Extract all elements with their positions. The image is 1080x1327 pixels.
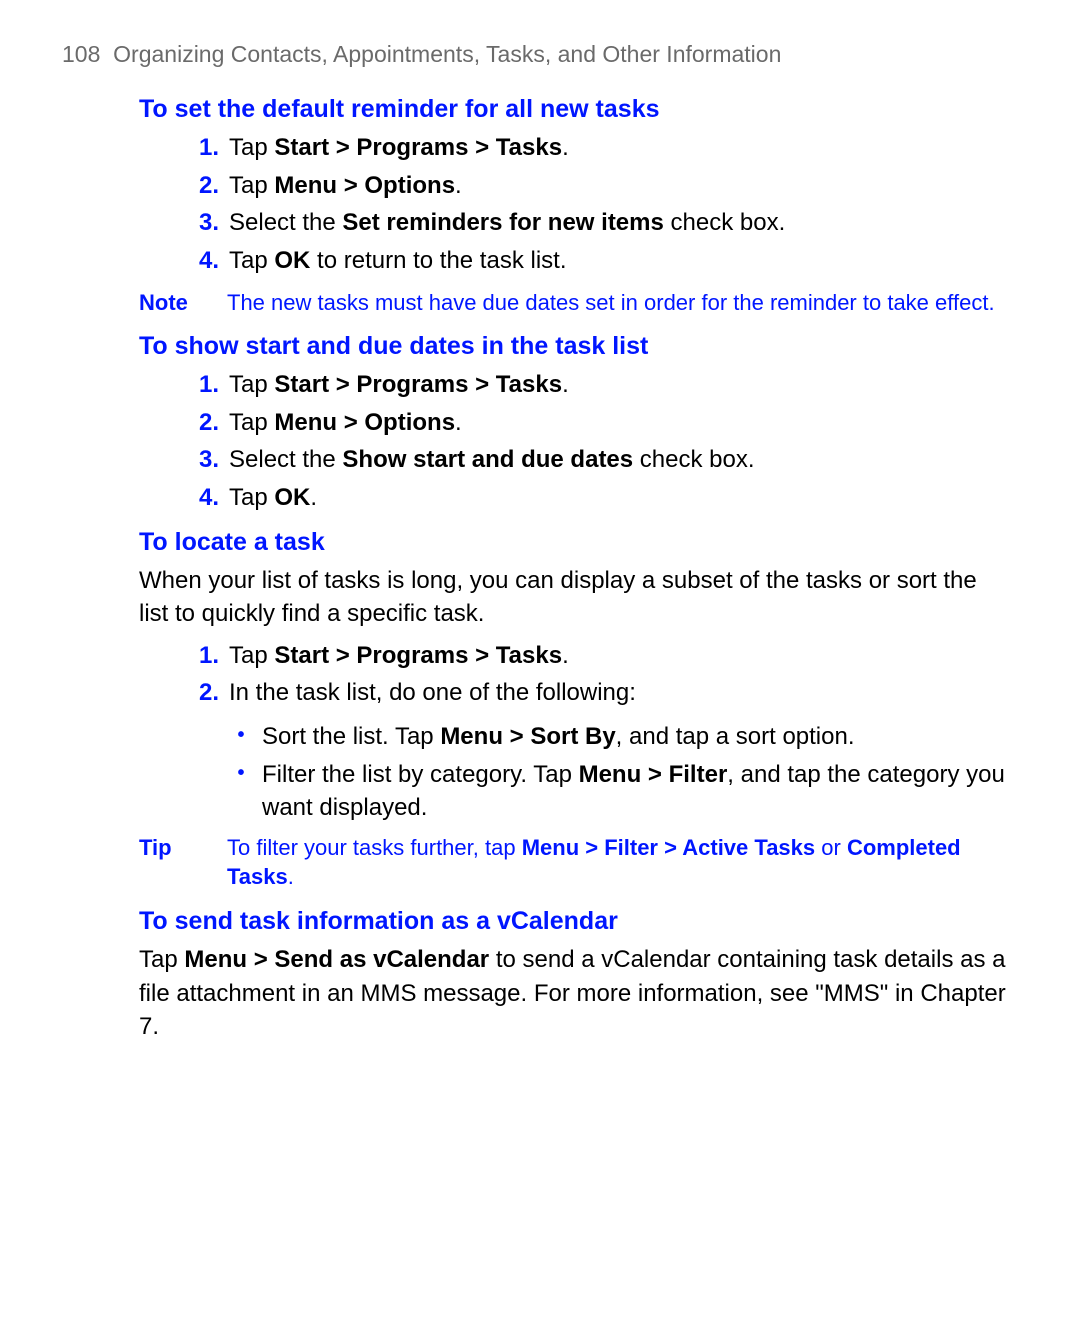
step-number: 2. [189, 676, 219, 710]
text-bold: Menu > Filter [579, 761, 728, 788]
note-text: The new tasks must have due dates set in… [227, 288, 1022, 318]
heading-locate-task: To locate a task [139, 525, 1022, 560]
tip: Tip To filter your tasks further, tap Me… [139, 833, 1022, 892]
heading-send-vcalendar: To send task information as a vCalendar [139, 904, 1022, 939]
tip-text: To filter your tasks further, tap Menu >… [227, 833, 1022, 892]
page-number: 108 [62, 41, 100, 67]
text: . [310, 484, 317, 511]
list-item: 4. Tap OK to return to the task list. [189, 244, 1022, 278]
step-body: Tap Start > Programs > Tasks. [229, 639, 1022, 673]
note: Note The new tasks must have due dates s… [139, 288, 1022, 318]
list-item: 2. Tap Menu > Options. [189, 406, 1022, 440]
bullet-icon: • [230, 720, 252, 750]
step-body: Select the Set reminders for new items c… [229, 206, 1022, 240]
text: check box. [633, 446, 754, 473]
text: Tap [229, 134, 274, 161]
step-body: In the task list, do one of the followin… [229, 676, 1022, 710]
step-number: 3. [189, 206, 219, 240]
text: To filter your tasks further, tap [227, 835, 522, 860]
step-number: 1. [189, 131, 219, 165]
list-item: 1. Tap Start > Programs > Tasks. [189, 639, 1022, 673]
text: . [455, 409, 462, 436]
bullet-body: Filter the list by category. Tap Menu > … [262, 758, 1022, 825]
text: to return to the task list. [310, 247, 566, 274]
text: In the task list, do one of the followin… [229, 679, 636, 706]
text: . [562, 642, 569, 669]
text-bold: OK [274, 484, 310, 511]
text: . [562, 371, 569, 398]
text-bold: Menu > Send as vCalendar [184, 946, 489, 973]
text-bold: Start > Programs > Tasks [274, 371, 562, 398]
text: Tap [229, 409, 274, 436]
text: Tap [229, 484, 274, 511]
text: Select the [229, 209, 342, 236]
step-body: Tap Menu > Options. [229, 169, 1022, 203]
text-bold: Menu > Sort By [440, 723, 615, 750]
step-body: Select the Show start and due dates chec… [229, 443, 1022, 477]
heading-show-dates: To show start and due dates in the task … [139, 329, 1022, 364]
list-item: • Filter the list by category. Tap Menu … [230, 758, 1022, 825]
text: . [562, 134, 569, 161]
paragraph-locate-intro: When your list of tasks is long, you can… [139, 564, 1022, 631]
list-item: 3. Select the Show start and due dates c… [189, 443, 1022, 477]
step-number: 4. [189, 244, 219, 278]
step-number: 1. [189, 639, 219, 673]
bullet-body: Sort the list. Tap Menu > Sort By, and t… [262, 720, 1022, 754]
step-number: 2. [189, 406, 219, 440]
steps-show-dates: 1. Tap Start > Programs > Tasks. 2. Tap … [189, 368, 1022, 514]
chapter-title: Organizing Contacts, Appointments, Tasks… [113, 41, 781, 67]
list-item: 1. Tap Start > Programs > Tasks. [189, 131, 1022, 165]
paragraph-send-vcalendar: Tap Menu > Send as vCalendar to send a v… [139, 943, 1022, 1044]
text: Filter the list by category. Tap [262, 761, 579, 788]
step-number: 4. [189, 481, 219, 515]
text-bold: OK [274, 247, 310, 274]
text-bold: Set reminders for new items [342, 209, 663, 236]
steps-locate-task: 1. Tap Start > Programs > Tasks. 2. In t… [189, 639, 1022, 710]
text: Sort the list. Tap [262, 723, 440, 750]
list-item: 2. In the task list, do one of the follo… [189, 676, 1022, 710]
list-item: 2. Tap Menu > Options. [189, 169, 1022, 203]
text: check box. [664, 209, 785, 236]
text-bold: Start > Programs > Tasks [274, 134, 562, 161]
bullet-icon: • [230, 758, 252, 788]
step-body: Tap OK to return to the task list. [229, 244, 1022, 278]
list-item: • Sort the list. Tap Menu > Sort By, and… [230, 720, 1022, 754]
steps-default-reminder: 1. Tap Start > Programs > Tasks. 2. Tap … [189, 131, 1022, 277]
step-body: Tap OK. [229, 481, 1022, 515]
tip-label: Tip [139, 833, 227, 892]
text-bold: Show start and due dates [342, 446, 633, 473]
text-bold: Menu > Filter > Active Tasks [522, 835, 815, 860]
note-label: Note [139, 288, 227, 318]
text: or [815, 835, 847, 860]
text: . [288, 864, 294, 889]
text: Tap [229, 371, 274, 398]
text: , and tap a sort option. [616, 723, 855, 750]
heading-default-reminder: To set the default reminder for all new … [139, 92, 1022, 127]
text: Tap [229, 642, 274, 669]
bullets-locate-task: • Sort the list. Tap Menu > Sort By, and… [230, 720, 1022, 825]
step-body: Tap Menu > Options. [229, 406, 1022, 440]
text: Tap [229, 172, 274, 199]
text-bold: Start > Programs > Tasks [274, 642, 562, 669]
text-bold: Menu > Options [274, 409, 455, 436]
text: Tap [229, 247, 274, 274]
list-item: 1. Tap Start > Programs > Tasks. [189, 368, 1022, 402]
text: Tap [139, 946, 184, 973]
list-item: 4. Tap OK. [189, 481, 1022, 515]
step-number: 2. [189, 169, 219, 203]
text: Select the [229, 446, 342, 473]
step-body: Tap Start > Programs > Tasks. [229, 131, 1022, 165]
page: 108 Organizing Contacts, Appointments, T… [0, 0, 1080, 1112]
text: . [455, 172, 462, 199]
list-item: 3. Select the Set reminders for new item… [189, 206, 1022, 240]
text-bold: Menu > Options [274, 172, 455, 199]
step-body: Tap Start > Programs > Tasks. [229, 368, 1022, 402]
running-header: 108 Organizing Contacts, Appointments, T… [62, 38, 1022, 70]
step-number: 3. [189, 443, 219, 477]
step-number: 1. [189, 368, 219, 402]
